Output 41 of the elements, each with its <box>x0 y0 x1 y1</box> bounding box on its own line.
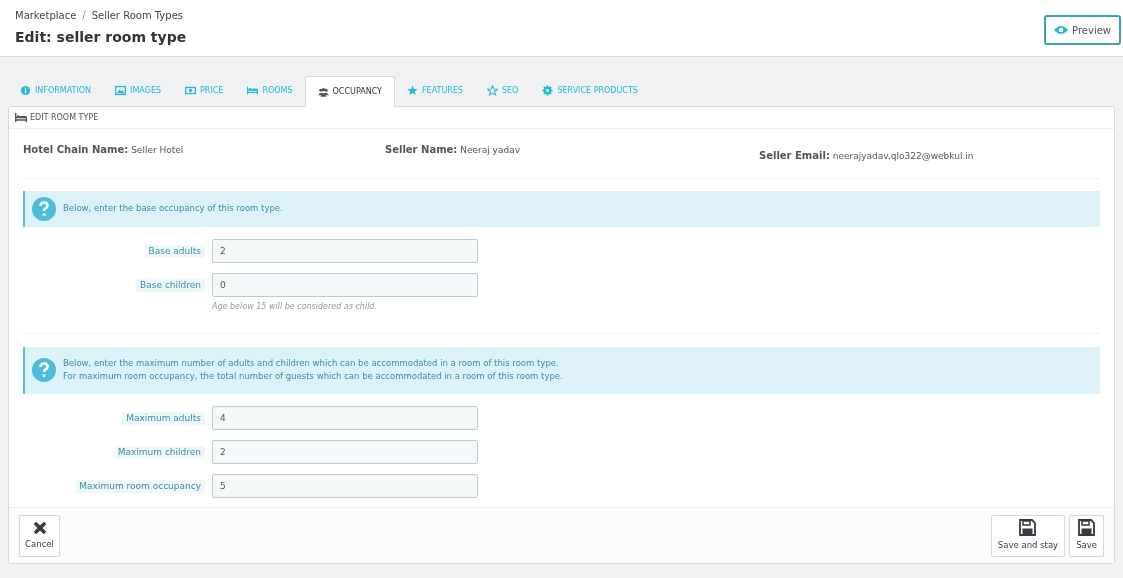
save-icon <box>1078 519 1096 537</box>
input-field[interactable]: 2 <box>212 439 478 464</box>
field-label: Maximum room occupancy <box>75 479 205 493</box>
input-field[interactable]: 5 <box>212 473 478 498</box>
info-text: Seller Email: neerajyadav.qlo322@webkul.in <box>759 149 975 163</box>
alert-text: Below, enter the maximum number of adults and children which can be accommodated in a room of this room type. <box>63 357 560 370</box>
question-icon <box>32 196 56 221</box>
bed-icon <box>15 113 27 122</box>
field-label: Base children <box>136 278 205 292</box>
eye-icon <box>1054 25 1069 35</box>
star-icon <box>407 85 418 96</box>
bed-icon <box>247 85 259 96</box>
star-outline-icon <box>486 85 498 96</box>
field-label: Maximum adults <box>122 411 205 425</box>
cancel-button[interactable]: Cancel <box>19 514 60 557</box>
save-icon <box>1019 519 1037 537</box>
tab[interactable]: OCCUPANCY <box>304 76 395 107</box>
gear-icon <box>542 85 554 96</box>
alert-text: Below, enter the base occupancy of this room type. <box>63 202 283 215</box>
info-text: Seller Name: Neeraj yadav <box>385 143 521 157</box>
info-icon <box>20 85 31 96</box>
banknote-icon <box>185 85 197 96</box>
breadcrumb-link[interactable]: Seller Room Types <box>91 8 183 23</box>
close-icon <box>32 520 47 535</box>
question-icon <box>32 358 56 382</box>
page-title: Edit: seller room type <box>15 28 187 47</box>
save-and-stay-button[interactable]: Save and stay <box>990 514 1066 557</box>
input-field[interactable]: 2 <box>212 238 478 263</box>
image-icon <box>115 85 127 96</box>
input-field[interactable]: 0 <box>212 272 478 297</box>
help-text: Age below 15 will be considered as child. <box>212 300 378 313</box>
info-text: Hotel Chain Name: Seller Hotel <box>23 143 185 157</box>
save-button[interactable]: Save <box>1069 514 1104 557</box>
alert-text: For maximum room occupancy, the total number of guests which can be accommodated in a room of this room type. <box>63 370 563 383</box>
field-label: Maximum children <box>113 445 205 459</box>
field-label: Base adults <box>144 244 205 258</box>
panel-title: EDIT ROOM TYPE <box>30 111 99 124</box>
preview-button[interactable]: Preview <box>1044 15 1121 45</box>
breadcrumb-link[interactable]: Marketplace <box>15 8 77 23</box>
breadcrumb-separator: / <box>82 9 86 23</box>
input-field[interactable]: 4 <box>212 405 478 430</box>
